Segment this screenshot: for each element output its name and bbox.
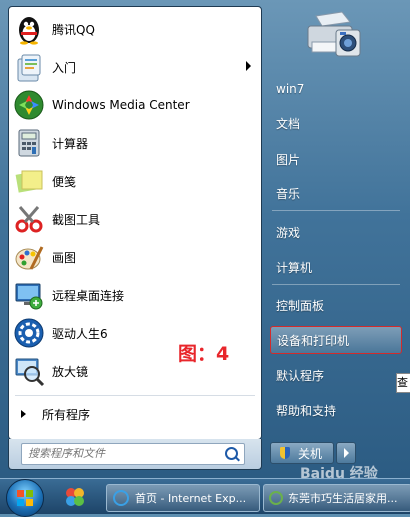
- right-item-devices-and-printers[interactable]: 设备和打印机: [270, 326, 402, 354]
- right-item-music[interactable]: 音乐: [270, 180, 402, 206]
- right-item-label: 音乐: [276, 186, 301, 201]
- printer-device-icon: [302, 8, 366, 66]
- program-item-remote-desktop[interactable]: 远程桌面连接: [9, 276, 261, 314]
- shutdown-button[interactable]: 关机: [270, 442, 334, 464]
- programs-pane: 腾讯QQ 入门 Windows Media Center 计算器 便笺 截图工具…: [8, 6, 262, 440]
- program-item-snipping-tool[interactable]: 截图工具: [9, 200, 261, 238]
- program-item-getting-started[interactable]: 入门: [9, 48, 261, 86]
- browser-icon: [269, 491, 283, 505]
- internet-explorer-icon: [113, 490, 129, 506]
- program-item-paint[interactable]: 画图: [9, 238, 261, 276]
- right-item-pictures[interactable]: 图片: [270, 146, 402, 172]
- right-item-label: 控制面板: [276, 298, 325, 313]
- getting-started-icon: [13, 51, 45, 83]
- program-item-calculator[interactable]: 计算器: [9, 124, 261, 162]
- pinned-app-icon[interactable]: [64, 486, 86, 508]
- right-item-label: 帮助和支持: [276, 403, 337, 418]
- program-label: 远程桌面连接: [52, 288, 125, 303]
- program-label: 便笺: [52, 174, 77, 189]
- right-item-label: 默认程序: [276, 368, 325, 383]
- uac-shield-icon: [280, 447, 290, 459]
- shutdown-options-arrow-button[interactable]: [336, 442, 356, 464]
- right-item-label: 图片: [276, 152, 301, 167]
- right-item-user[interactable]: win7: [270, 76, 402, 102]
- snipping-tool-icon: [13, 203, 45, 235]
- calculator-icon: [13, 127, 45, 159]
- magnifier-icon: [13, 355, 45, 387]
- program-item-sticky-notes[interactable]: 便笺: [9, 162, 261, 200]
- right-item-label: 文档: [276, 116, 301, 131]
- remote-desktop-icon: [13, 279, 45, 311]
- right-item-computer[interactable]: 计算机: [270, 254, 402, 280]
- search-box[interactable]: [21, 443, 245, 465]
- taskbar-button-label: 首页 - Internet Exp...: [135, 492, 247, 505]
- taskbar-button-internet-explorer[interactable]: 首页 - Internet Exp...: [106, 484, 260, 512]
- right-item-control-panel[interactable]: 控制面板: [270, 292, 402, 318]
- right-item-help-and-support[interactable]: 帮助和支持: [270, 397, 402, 423]
- program-label: 画图: [52, 250, 77, 265]
- right-item-default-programs[interactable]: 默认程序: [270, 362, 402, 388]
- divider: [15, 395, 255, 396]
- sticky-notes-icon: [13, 165, 45, 197]
- program-label: 腾讯QQ: [52, 22, 95, 37]
- start-button[interactable]: [6, 479, 44, 517]
- program-label: Windows Media Center: [52, 98, 190, 112]
- program-label: 截图工具: [52, 212, 101, 227]
- right-item-label: win7: [276, 82, 305, 96]
- shutdown-label: 关机: [298, 446, 323, 461]
- right-item-label: 设备和打印机: [277, 333, 350, 348]
- program-label: 驱动人生6: [52, 326, 108, 341]
- search-input[interactable]: [28, 444, 218, 462]
- program-item-media-center[interactable]: Windows Media Center: [9, 86, 261, 124]
- paint-icon: [13, 241, 45, 273]
- program-label: 计算器: [52, 136, 89, 151]
- all-programs-label: 所有程序: [42, 407, 91, 422]
- annotation-label: 图：4: [178, 343, 230, 365]
- search-icon[interactable]: [225, 447, 238, 460]
- start-menu: 腾讯QQ 入门 Windows Media Center 计算器 便笺 截图工具…: [0, 0, 410, 482]
- right-item-documents[interactable]: 文档: [270, 110, 402, 136]
- taskbar-button-window[interactable]: 东莞市巧生活居家用...: [263, 484, 410, 512]
- driver-gear-icon: [13, 317, 45, 349]
- windows-logo-icon: [17, 490, 33, 506]
- expand-arrow-icon: [21, 410, 26, 418]
- right-item-games[interactable]: 游戏: [270, 219, 402, 245]
- divider: [272, 284, 400, 285]
- right-item-label: 游戏: [276, 225, 301, 240]
- taskbar-button-label: 东莞市巧生活居家用...: [288, 492, 398, 505]
- submenu-arrow-icon[interactable]: [246, 61, 251, 71]
- program-label: 入门: [52, 60, 77, 75]
- all-programs-button[interactable]: 所有程序: [9, 401, 261, 427]
- search-area: [8, 439, 262, 470]
- program-label: 放大镜: [52, 364, 89, 379]
- tooltip: 查: [396, 373, 410, 393]
- right-item-label: 计算机: [276, 260, 313, 275]
- divider: [272, 210, 400, 211]
- media-center-icon: [13, 89, 45, 121]
- qq-penguin-icon: [13, 13, 45, 45]
- program-item-qq[interactable]: 腾讯QQ: [9, 10, 261, 48]
